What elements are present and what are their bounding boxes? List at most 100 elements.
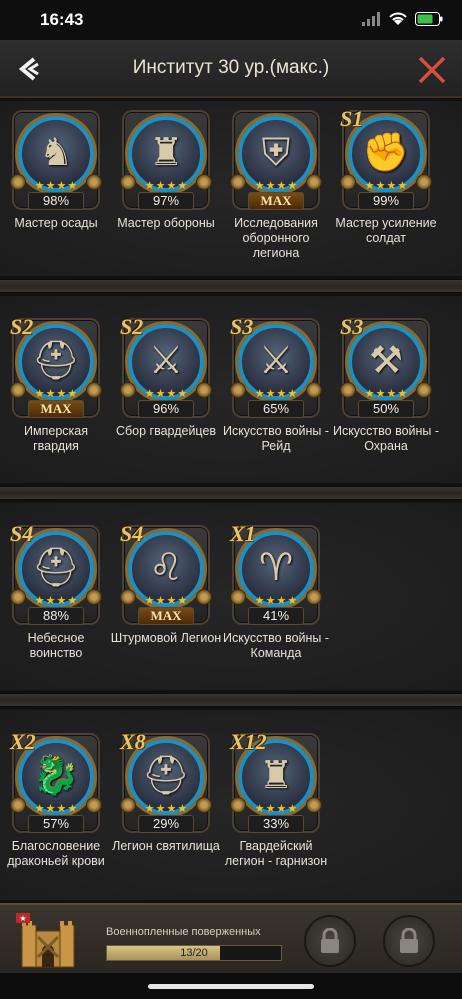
gear-icon <box>86 797 102 813</box>
fortress-icon[interactable]: ★ <box>16 913 80 971</box>
research-card[interactable]: ♜ ★ ★ ★ ★ 33% X12 Гвардейский легион - гарнизон <box>225 729 327 903</box>
star-icon: ★ <box>67 803 78 815</box>
gear-icon <box>196 797 212 813</box>
gear-icon <box>86 174 102 190</box>
star-rating: ★ ★ ★ ★ <box>26 803 86 815</box>
progress-value: 57% <box>28 815 84 833</box>
research-name: Мастер осады <box>14 216 98 230</box>
research-card[interactable]: 🐉 ★ ★ ★ ★ 57% X2 Благословение драконьей крови <box>6 729 106 903</box>
star-icon: ★ <box>254 180 265 192</box>
research-card[interactable]: ♈ ★ ★ ★ ★ 41% X1 Искусство войны - Команда <box>223 521 329 695</box>
star-icon: ★ <box>144 180 155 192</box>
research-card[interactable]: ⛑ ★ ★ ★ ★ MAX S2 Имперская гвардия <box>6 314 106 488</box>
research-name: Искусство войны - Команда <box>222 631 330 660</box>
locked-slot-2[interactable] <box>383 915 435 967</box>
star-rating: ★ ★ ★ ★ <box>26 595 86 607</box>
research-name: Сбор гвардейцев <box>115 424 217 438</box>
tier-badge: X12 <box>230 729 267 754</box>
lock-icon <box>400 928 418 953</box>
research-name: Гвардейский легион - гарнизон <box>224 839 328 868</box>
star-rating: ★ ★ ★ ★ <box>136 595 196 607</box>
progress-value: 41% <box>248 607 304 625</box>
star-icon: ★ <box>155 388 166 400</box>
gear-icon <box>306 589 322 605</box>
gear-icon <box>120 382 136 398</box>
tier-badge: S1 <box>340 106 364 131</box>
star-icon: ★ <box>375 388 386 400</box>
back-button[interactable] <box>10 50 48 88</box>
research-card[interactable]: ⛑ ★ ★ ★ ★ 88% S4 Небесное воинство <box>6 521 106 695</box>
star-rating: ★ ★ ★ ★ <box>356 388 416 400</box>
star-icon: ★ <box>276 595 287 607</box>
star-icon: ★ <box>155 180 166 192</box>
star-icon: ★ <box>166 180 177 192</box>
star-icon: ★ <box>155 803 166 815</box>
star-icon: ★ <box>364 388 375 400</box>
gear-icon <box>416 382 432 398</box>
gear-icon <box>10 174 26 190</box>
great-helm-icon: ⛑ <box>31 544 81 589</box>
research-name: Небесное воинство <box>27 631 85 660</box>
progress-value: 65% <box>248 400 304 418</box>
war-horns-icon: ♈ <box>258 545 294 589</box>
research-card[interactable]: ♜ ★ ★ ★ ★ 97% Мастер обороны <box>116 110 216 280</box>
star-icon: ★ <box>386 180 397 192</box>
star-icon: ★ <box>166 388 177 400</box>
research-card[interactable]: ⚔ ★ ★ ★ ★ 96% S2 Сбор гвардейцев <box>116 314 216 488</box>
star-icon: ★ <box>34 803 45 815</box>
star-rating: ★ ★ ★ ★ <box>26 388 86 400</box>
progress-value: MAX <box>138 607 194 625</box>
research-card[interactable]: ✊ ★ ★ ★ ★ 99% S1 Мастер усиление солдат <box>335 106 436 280</box>
star-icon: ★ <box>254 595 265 607</box>
knight-helmet-icon: ⛑ <box>31 337 81 382</box>
star-icon: ★ <box>144 595 155 607</box>
progress-value: MAX <box>248 192 304 210</box>
star-icon: ★ <box>386 388 397 400</box>
gear-icon <box>230 797 246 813</box>
research-name: Искусство войны - Рейд <box>222 424 330 453</box>
research-card[interactable]: ♌ ★ ★ ★ ★ MAX S4 Штурмовой Легион <box>111 521 221 695</box>
home-indicator[interactable] <box>148 984 314 989</box>
star-rating: ★ ★ ★ ★ <box>246 180 306 192</box>
tier-badge: S4 <box>10 521 34 546</box>
star-icon: ★ <box>287 595 298 607</box>
research-card[interactable]: ⚒ ★ ★ ★ ★ 50% S3 Искусство войны - Охрана <box>333 314 439 488</box>
gear-icon <box>230 382 246 398</box>
star-icon: ★ <box>397 388 408 400</box>
tier-badge: S4 <box>120 521 144 546</box>
gear-icon <box>416 174 432 190</box>
star-icon: ★ <box>144 803 155 815</box>
tier-badge: S3 <box>340 314 364 339</box>
research-card[interactable]: ⛑ ★ ★ ★ ★ 29% X8 Легион святилища <box>112 729 220 903</box>
progress-text: 13/20 <box>180 947 208 959</box>
gear-icon <box>86 589 102 605</box>
lock-icon <box>321 928 339 953</box>
battery-icon <box>415 12 443 26</box>
research-name: Легион святилища <box>112 839 220 853</box>
close-button[interactable] <box>412 50 452 90</box>
star-rating: ★ ★ ★ ★ <box>26 180 86 192</box>
star-icon: ★ <box>265 803 276 815</box>
lion-head-icon: ♌ <box>148 545 184 589</box>
gear-icon <box>230 174 246 190</box>
shield-crest-icon: ⛨ <box>261 129 291 174</box>
signal-icon <box>362 12 380 26</box>
research-card[interactable]: ⛨ ★ ★ ★ ★ MAX Исследования оборонного легиона <box>226 110 326 280</box>
research-card[interactable]: ♞ ★ ★ ★ ★ 98% Мастер осады <box>6 110 106 280</box>
gear-icon <box>306 174 322 190</box>
star-icon: ★ <box>67 595 78 607</box>
locked-slot-1[interactable] <box>304 915 356 967</box>
star-rating: ★ ★ ★ ★ <box>246 388 306 400</box>
progress-value: 50% <box>358 400 414 418</box>
golden-castle-icon: ♜ <box>258 753 294 797</box>
knight-chess-icon: ♞ <box>38 130 74 174</box>
gear-icon <box>196 174 212 190</box>
star-icon: ★ <box>144 388 155 400</box>
research-card[interactable]: ⚔ ★ ★ ★ ★ 65% S3 Искусство войны - Рейд <box>223 314 329 488</box>
progress-value: 99% <box>358 192 414 210</box>
progress-value: 29% <box>138 815 194 833</box>
research-name: Мастер обороны <box>117 216 215 230</box>
star-icon: ★ <box>287 803 298 815</box>
star-rating: ★ ★ ★ ★ <box>356 180 416 192</box>
star-icon: ★ <box>265 180 276 192</box>
